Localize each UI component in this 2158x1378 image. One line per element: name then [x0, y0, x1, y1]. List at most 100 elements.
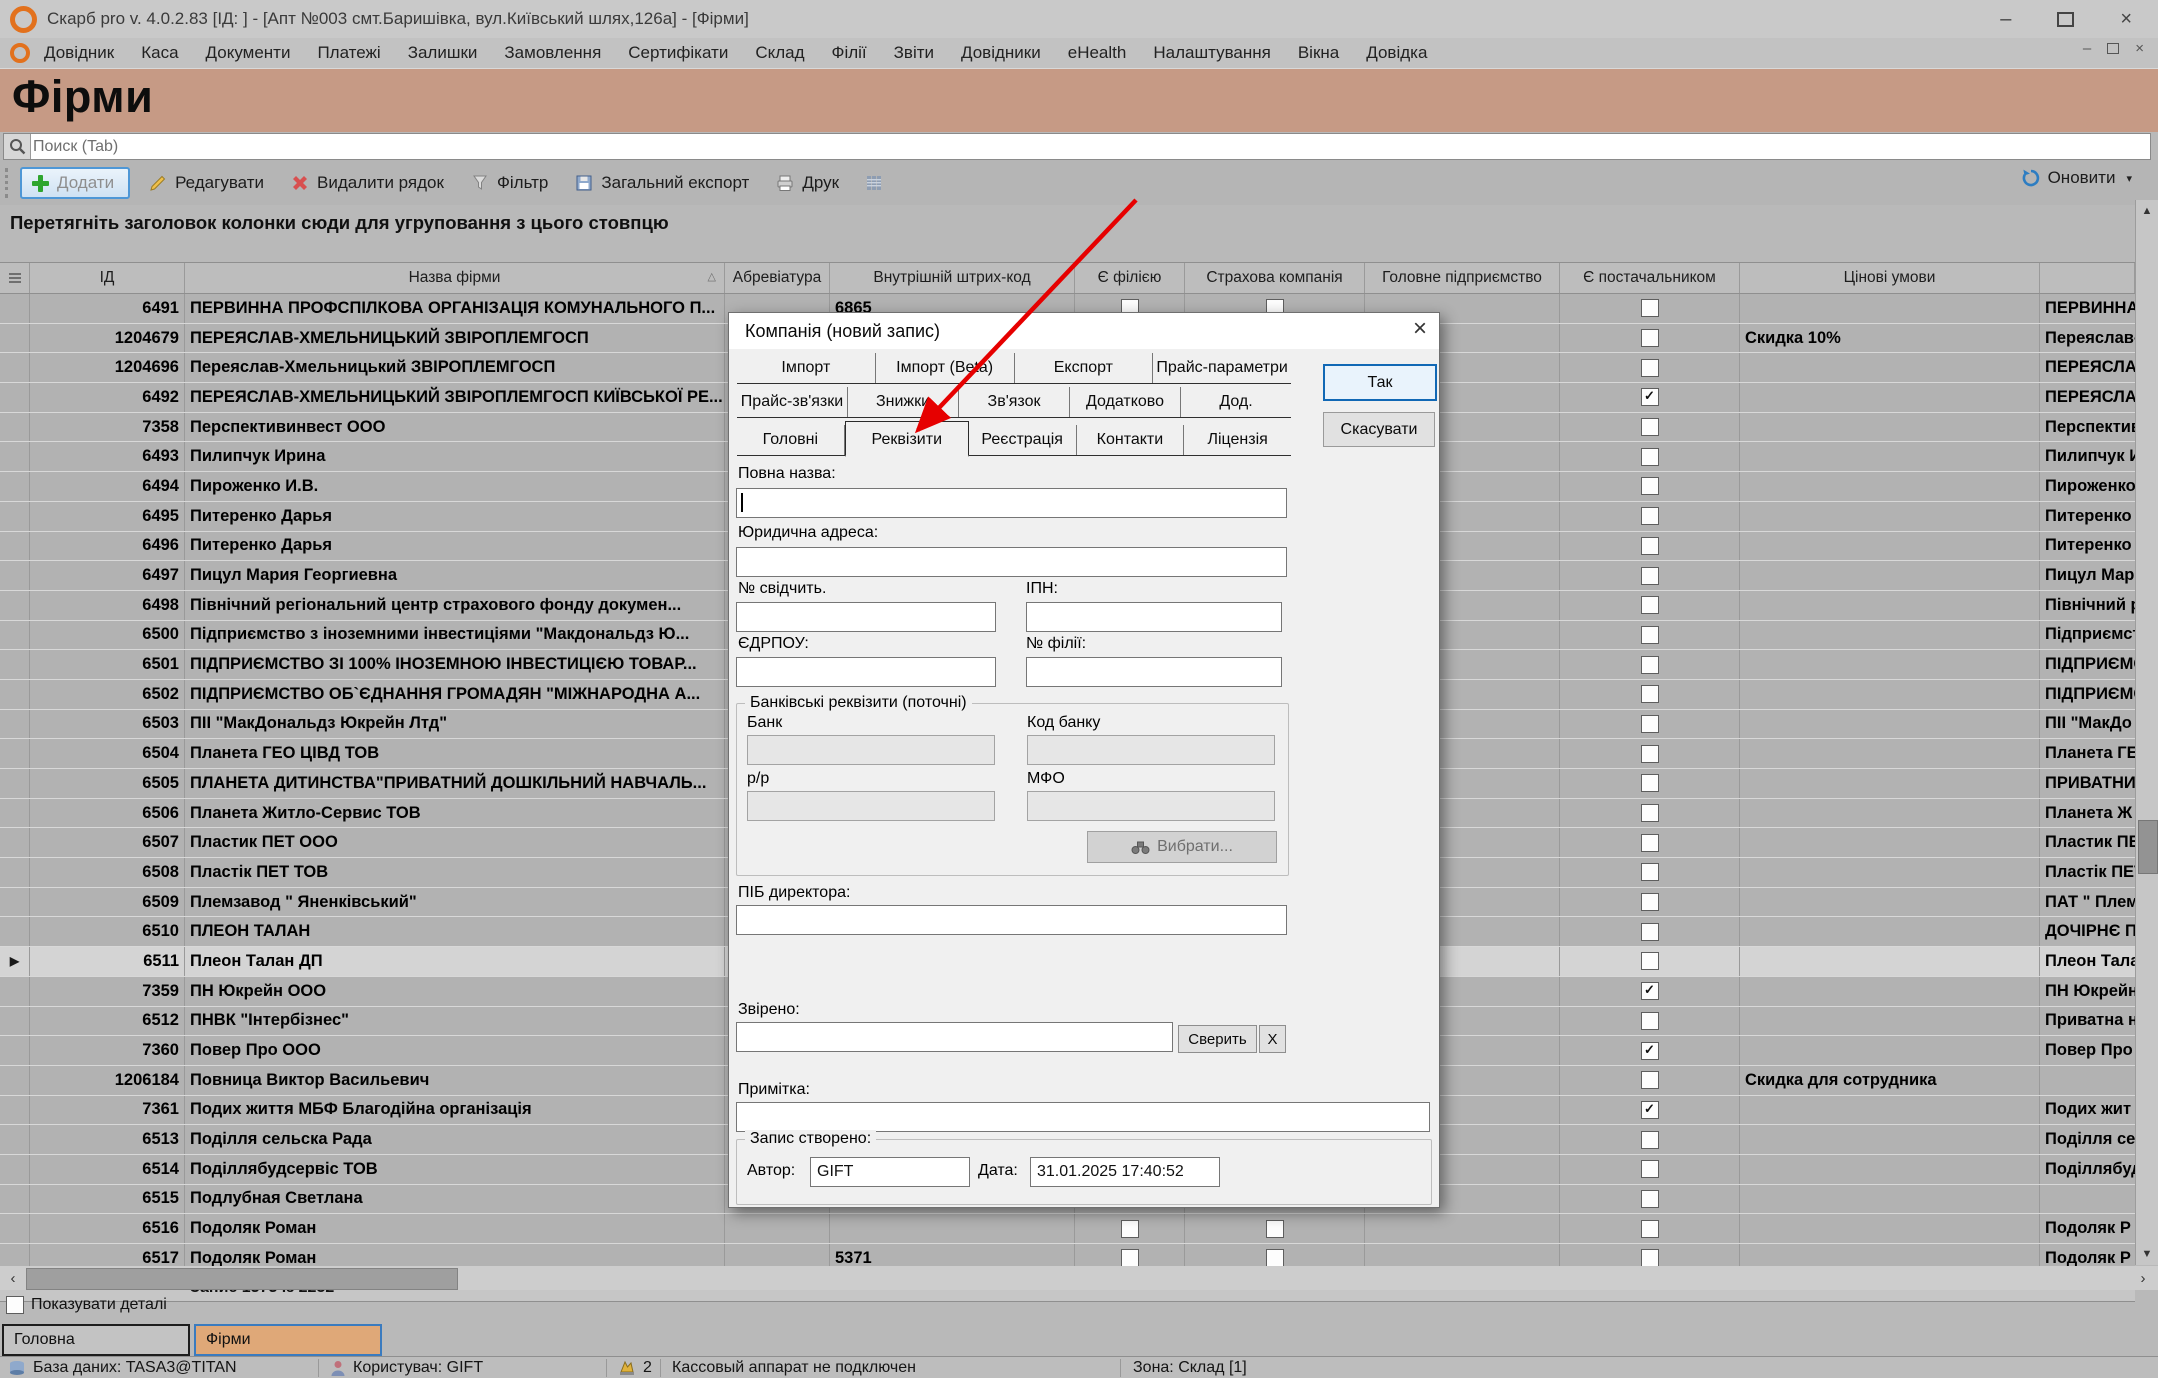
menu-item-сертифікати[interactable]: Сертифікати — [628, 43, 728, 63]
legal-address-input[interactable] — [736, 547, 1287, 577]
columns-button[interactable] — [865, 173, 883, 193]
edit-button[interactable]: Редагувати — [148, 173, 264, 193]
scroll-down-icon[interactable]: ▼ — [2136, 1243, 2158, 1265]
supplier-checkbox[interactable] — [1641, 448, 1659, 466]
column-header-Абревіатура[interactable]: Абревіатура — [725, 263, 830, 293]
supplier-checkbox[interactable] — [1641, 418, 1659, 436]
ok-button[interactable]: Так — [1323, 364, 1437, 401]
author-input[interactable] — [810, 1157, 970, 1187]
supplier-checkbox[interactable] — [1641, 863, 1659, 881]
column-header-col0[interactable] — [0, 263, 30, 293]
dialog-tab-зв'язок[interactable]: Зв'язок — [959, 387, 1070, 417]
column-header-Цінові умови[interactable]: Цінові умови — [1740, 263, 2040, 293]
supplier-checkbox[interactable] — [1641, 1220, 1659, 1238]
menu-item-філії[interactable]: Філії — [832, 43, 867, 63]
dialog-tab-дод.[interactable]: Дод. — [1181, 387, 1291, 417]
supplier-checkbox[interactable] — [1641, 1012, 1659, 1030]
scroll-right-icon[interactable]: › — [2130, 1266, 2156, 1290]
scroll-up-icon[interactable]: ▲ — [2136, 200, 2158, 222]
refresh-button[interactable]: Оновити ▾ — [2021, 168, 2132, 188]
supplier-checkbox[interactable] — [1641, 685, 1659, 703]
menu-item-налаштування[interactable]: Налаштування — [1153, 43, 1271, 63]
supplier-checkbox[interactable] — [1641, 745, 1659, 763]
toolbar-drag-handle[interactable] — [5, 168, 12, 198]
supplier-checkbox[interactable] — [1641, 626, 1659, 644]
supplier-checkbox[interactable] — [1641, 952, 1659, 970]
dialog-tab-знижки[interactable]: Знижки — [848, 387, 959, 417]
dialog-tab-реєстрація[interactable]: Реєстрація — [969, 425, 1077, 455]
close-button[interactable]: × — [2120, 8, 2132, 31]
verify-clear-button[interactable]: X — [1259, 1025, 1286, 1053]
branch-no-input[interactable] — [1026, 657, 1282, 687]
dialog-tab-імпорт (beta)[interactable]: Імпорт (Beta) — [876, 353, 1015, 383]
column-header-Назва фірми[interactable]: Назва фірми△ — [185, 263, 725, 293]
delete-row-button[interactable]: Видалити рядок — [290, 173, 444, 193]
supplier-checkbox[interactable]: ✓ — [1641, 1101, 1659, 1119]
insurance-checkbox[interactable] — [1266, 1249, 1284, 1267]
restore-button[interactable] — [2057, 12, 2074, 27]
supplier-checkbox[interactable]: ✓ — [1641, 1042, 1659, 1060]
child-close-button[interactable]: × — [2135, 40, 2144, 57]
vertical-scrollbar[interactable]: ▲ ▼ — [2135, 200, 2158, 1265]
supplier-checkbox[interactable] — [1641, 477, 1659, 495]
full-name-input[interactable] — [736, 488, 1287, 518]
branch-checkbox[interactable] — [1121, 1220, 1139, 1238]
dialog-close-icon[interactable]: × — [1413, 315, 1427, 343]
child-restore-button[interactable] — [2107, 43, 2119, 54]
column-header-Головне підприємство[interactable]: Головне підприємство — [1365, 263, 1560, 293]
supplier-checkbox[interactable] — [1641, 567, 1659, 585]
column-header-Є філією[interactable]: Є філією — [1075, 263, 1185, 293]
supplier-checkbox[interactable] — [1641, 656, 1659, 674]
minimize-button[interactable]: – — [2000, 8, 2011, 31]
horizontal-scrollbar[interactable]: ‹ › — [0, 1266, 2158, 1290]
column-header-col10[interactable] — [2040, 263, 2135, 293]
dialog-tab-прайс-параметри[interactable]: Прайс-параметри — [1153, 353, 1291, 383]
menu-item-ehealth[interactable]: eHealth — [1068, 43, 1127, 63]
supplier-checkbox[interactable] — [1641, 1160, 1659, 1178]
supplier-checkbox[interactable] — [1641, 923, 1659, 941]
date-input[interactable] — [1030, 1157, 1220, 1187]
verified-input[interactable] — [736, 1022, 1173, 1052]
menu-item-залишки[interactable]: Залишки — [408, 43, 478, 63]
menu-item-документи[interactable]: Документи — [206, 43, 291, 63]
print-button[interactable]: Друк — [775, 173, 839, 193]
cert-no-input[interactable] — [736, 602, 996, 632]
dialog-tab-реквізити[interactable]: Реквізити — [845, 421, 969, 457]
cancel-button[interactable]: Скасувати — [1323, 412, 1435, 447]
supplier-checkbox[interactable]: ✓ — [1641, 388, 1659, 406]
search-input[interactable] — [31, 137, 2150, 157]
dialog-tab-контакти[interactable]: Контакти — [1077, 425, 1185, 455]
supplier-checkbox[interactable] — [1641, 834, 1659, 852]
note-input[interactable] — [736, 1102, 1430, 1132]
director-input[interactable] — [736, 905, 1287, 935]
window-tab-фірми[interactable]: Фірми — [194, 1324, 382, 1356]
menu-item-звіти[interactable]: Звіти — [894, 43, 934, 63]
menu-item-довідники[interactable]: Довідники — [961, 43, 1041, 63]
filter-button[interactable]: Фільтр — [470, 173, 548, 193]
export-button[interactable]: Загальний експорт — [574, 173, 749, 193]
supplier-checkbox[interactable] — [1641, 715, 1659, 733]
insurance-checkbox[interactable] — [1266, 1220, 1284, 1238]
dialog-tab-експорт[interactable]: Експорт — [1015, 353, 1154, 383]
ipn-input[interactable] — [1026, 602, 1282, 632]
column-header-Внутрішній штрих-код[interactable]: Внутрішній штрих-код — [830, 263, 1075, 293]
branch-checkbox[interactable] — [1121, 1249, 1139, 1267]
supplier-checkbox[interactable] — [1641, 1249, 1659, 1267]
add-button[interactable]: Додати — [20, 167, 130, 199]
refresh-dropdown-icon[interactable]: ▾ — [2126, 172, 2132, 185]
supplier-checkbox[interactable] — [1641, 774, 1659, 792]
menu-item-довідник[interactable]: Довідник — [44, 43, 114, 63]
menu-item-замовлення[interactable]: Замовлення — [504, 43, 601, 63]
edrpou-input[interactable] — [736, 657, 996, 687]
supplier-checkbox[interactable] — [1641, 804, 1659, 822]
menu-item-довідка[interactable]: Довідка — [1366, 43, 1427, 63]
show-details-checkbox[interactable] — [6, 1296, 24, 1314]
dialog-tab-головні[interactable]: Головні — [737, 425, 845, 455]
dialog-tab-додатково[interactable]: Додатково — [1070, 387, 1181, 417]
menu-item-каса[interactable]: Каса — [141, 43, 178, 63]
supplier-checkbox[interactable] — [1641, 1190, 1659, 1208]
supplier-checkbox[interactable] — [1641, 299, 1659, 317]
column-header-Є постачальником[interactable]: Є постачальником — [1560, 263, 1740, 293]
table-row[interactable]: 6516Подоляк РоманПодоляк Р — [0, 1214, 2135, 1244]
supplier-checkbox[interactable] — [1641, 1071, 1659, 1089]
